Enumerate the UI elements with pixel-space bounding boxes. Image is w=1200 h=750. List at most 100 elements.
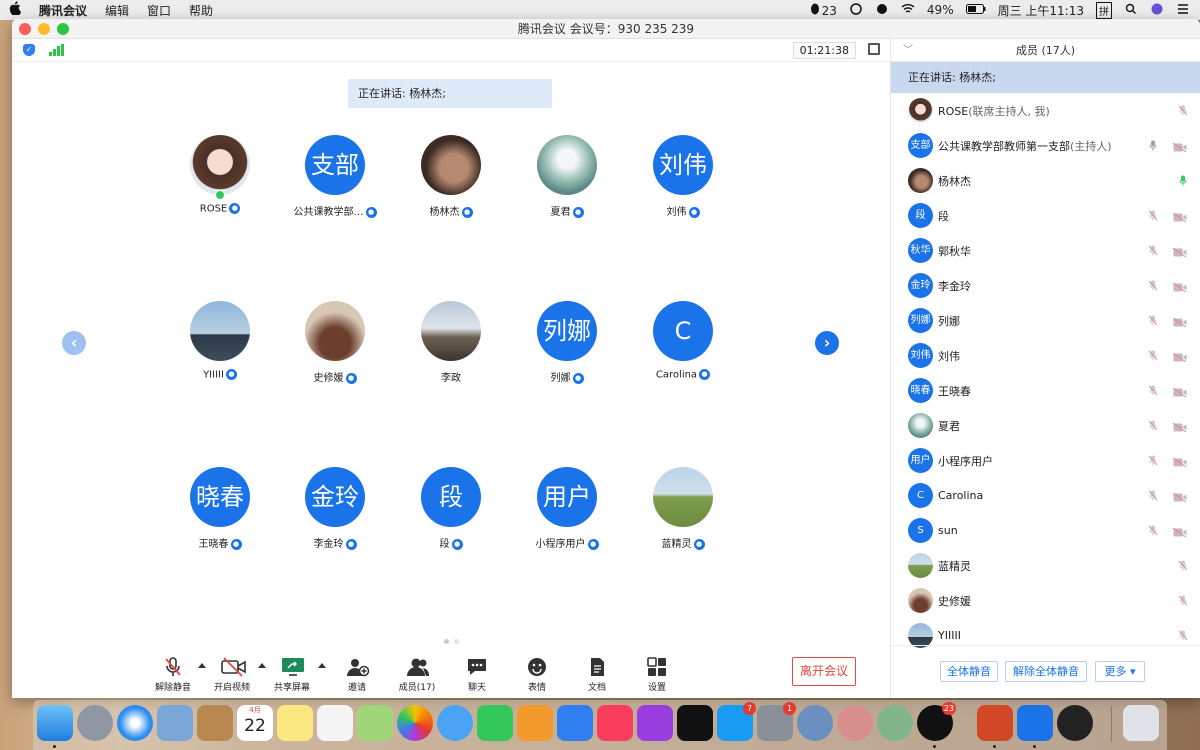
participant-tile[interactable]: 刘伟 刘伟 ●	[628, 135, 738, 218]
qq-status[interactable]: 23	[808, 3, 837, 18]
participant-tile[interactable]: 史修媛 ●	[280, 301, 390, 384]
member-row[interactable]: 用户 小程序用户	[891, 443, 1200, 478]
member-mic-icon[interactable]	[1178, 105, 1188, 116]
wifi-icon[interactable]	[901, 3, 915, 18]
member-row[interactable]: 金玲 李金玲	[891, 268, 1200, 303]
trash-icon[interactable]	[1123, 705, 1159, 741]
qq-icon[interactable]: 23	[917, 702, 956, 741]
more-options-button[interactable]: 更多 ▾	[1095, 661, 1145, 682]
member-camera-off-icon[interactable]	[1172, 211, 1187, 223]
member-mic-icon[interactable]	[1148, 525, 1158, 536]
menu-window[interactable]: 窗口	[138, 2, 180, 19]
app-status-icon[interactable]	[849, 2, 863, 18]
mute-all-button[interactable]: 全体静音	[940, 661, 998, 682]
photos-icon[interactable]	[397, 705, 433, 741]
member-mic-icon[interactable]	[1149, 140, 1157, 151]
unmute-all-button[interactable]: 解除全体静音	[1005, 661, 1087, 682]
member-camera-off-icon[interactable]	[1172, 491, 1187, 503]
chat-button[interactable]: 聊天	[447, 657, 507, 693]
member-mic-icon[interactable]	[1148, 210, 1158, 221]
member-row[interactable]: 列娜 列娜	[891, 303, 1200, 338]
member-camera-off-icon[interactable]	[1172, 386, 1187, 398]
network-signal-icon[interactable]	[49, 44, 64, 56]
menu-app-name[interactable]: 腾讯会议	[30, 2, 96, 19]
member-camera-off-icon[interactable]	[1172, 141, 1187, 153]
member-mic-icon[interactable]	[1178, 595, 1188, 606]
unmute-button[interactable]: 解除静音	[143, 657, 203, 693]
member-row[interactable]: 段段	[891, 198, 1200, 233]
blocked-app-icon-1[interactable]	[797, 705, 833, 741]
member-row[interactable]: 秋华 郭秋华	[891, 233, 1200, 268]
reminders-icon[interactable]	[317, 705, 353, 741]
members-button[interactable]: 成员(17)	[387, 657, 447, 693]
docs-button[interactable]: 文档	[567, 657, 627, 693]
calendar-icon[interactable]: 4月 22	[237, 705, 273, 741]
participant-tile[interactable]: 晓春 王晓春 ●	[165, 467, 275, 550]
member-camera-off-icon[interactable]	[1172, 526, 1187, 538]
menu-edit[interactable]: 编辑	[96, 2, 138, 19]
member-mic-icon[interactable]	[1148, 420, 1158, 431]
member-camera-off-icon[interactable]	[1172, 456, 1187, 468]
participant-tile[interactable]: 杨林杰 ●	[396, 135, 506, 218]
start-video-button[interactable]: 开启视频	[202, 657, 262, 693]
participant-tile[interactable]: 用户 小程序用户 ●	[512, 467, 622, 550]
apple-tv-icon[interactable]	[677, 705, 713, 741]
member-camera-off-icon[interactable]	[1172, 246, 1187, 258]
member-camera-off-icon[interactable]	[1172, 351, 1187, 363]
member-mic-icon[interactable]	[1148, 245, 1158, 256]
notes-icon[interactable]	[277, 705, 313, 741]
member-mic-icon[interactable]	[1148, 455, 1158, 466]
blocked-app-icon-2[interactable]	[837, 705, 873, 741]
member-row[interactable]: ROSE(联席主持人, 我)	[891, 93, 1200, 128]
pages-icon[interactable]	[517, 705, 553, 741]
menu-help[interactable]: 帮助	[180, 2, 222, 19]
member-row[interactable]: 杨林杰	[891, 163, 1200, 198]
fullscreen-icon[interactable]	[868, 43, 880, 55]
music-icon[interactable]	[597, 705, 633, 741]
participant-tile[interactable]: C Carolina ●	[628, 301, 738, 381]
podcasts-icon[interactable]	[637, 705, 673, 741]
member-mic-icon[interactable]	[1148, 315, 1158, 326]
participant-tile[interactable]: YIIIII ●	[165, 301, 275, 381]
facetime-icon[interactable]	[477, 705, 513, 741]
member-mic-icon[interactable]	[1148, 490, 1158, 501]
participant-tile[interactable]: 李政	[396, 301, 506, 384]
member-row[interactable]: 支部 公共课教学部教师第一支部(主持人)	[891, 128, 1200, 163]
participant-tile[interactable]: 夏君 ●	[512, 135, 622, 218]
member-row[interactable]: 夏君	[891, 408, 1200, 443]
battery-icon[interactable]	[965, 3, 986, 17]
share-options-caret-icon[interactable]	[318, 663, 326, 668]
maps-icon[interactable]	[357, 705, 393, 741]
finder-icon[interactable]	[37, 705, 73, 741]
participant-tile[interactable]: 蓝精灵 ●	[628, 467, 738, 550]
powerpoint-icon[interactable]	[977, 705, 1013, 741]
control-icon[interactable]	[875, 3, 889, 18]
clock[interactable]: 周三 上午11:13	[998, 2, 1084, 19]
share-screen-button[interactable]: 共享屏幕	[262, 657, 322, 693]
mail-icon[interactable]	[157, 705, 193, 741]
blocked-app-icon-3[interactable]	[877, 705, 913, 741]
member-mic-icon[interactable]	[1148, 350, 1158, 361]
emoji-button[interactable]: 表情	[507, 657, 567, 693]
safari-icon[interactable]	[117, 705, 153, 741]
participant-tile[interactable]: ROSE ●	[165, 135, 275, 215]
leave-meeting-button[interactable]: 离开会议	[792, 657, 856, 686]
apple-menu-icon[interactable]	[0, 1, 30, 19]
invite-button[interactable]: 邀请	[327, 657, 387, 693]
member-row[interactable]: 刘伟 刘伟	[891, 338, 1200, 373]
member-camera-off-icon[interactable]	[1172, 281, 1187, 293]
member-mic-icon[interactable]	[1178, 560, 1188, 571]
member-row[interactable]: C Carolina	[891, 478, 1200, 513]
member-mic-icon[interactable]	[1148, 280, 1158, 291]
spotlight-icon[interactable]	[1124, 3, 1138, 18]
notification-center-icon[interactable]	[1176, 3, 1190, 18]
prev-page-button[interactable]: ‹	[62, 331, 86, 355]
next-page-button[interactable]: ›	[815, 331, 839, 355]
member-row[interactable]: 蓝精灵	[891, 548, 1200, 583]
app-store-icon[interactable]: 7	[717, 702, 756, 741]
participant-tile[interactable]: 支部 公共课教学部… ●	[280, 135, 390, 218]
member-mic-icon[interactable]	[1178, 630, 1188, 641]
member-mic-icon[interactable]	[1179, 175, 1187, 186]
tencent-meeting-icon[interactable]	[1017, 705, 1053, 741]
member-row[interactable]: 史修媛	[891, 583, 1200, 618]
